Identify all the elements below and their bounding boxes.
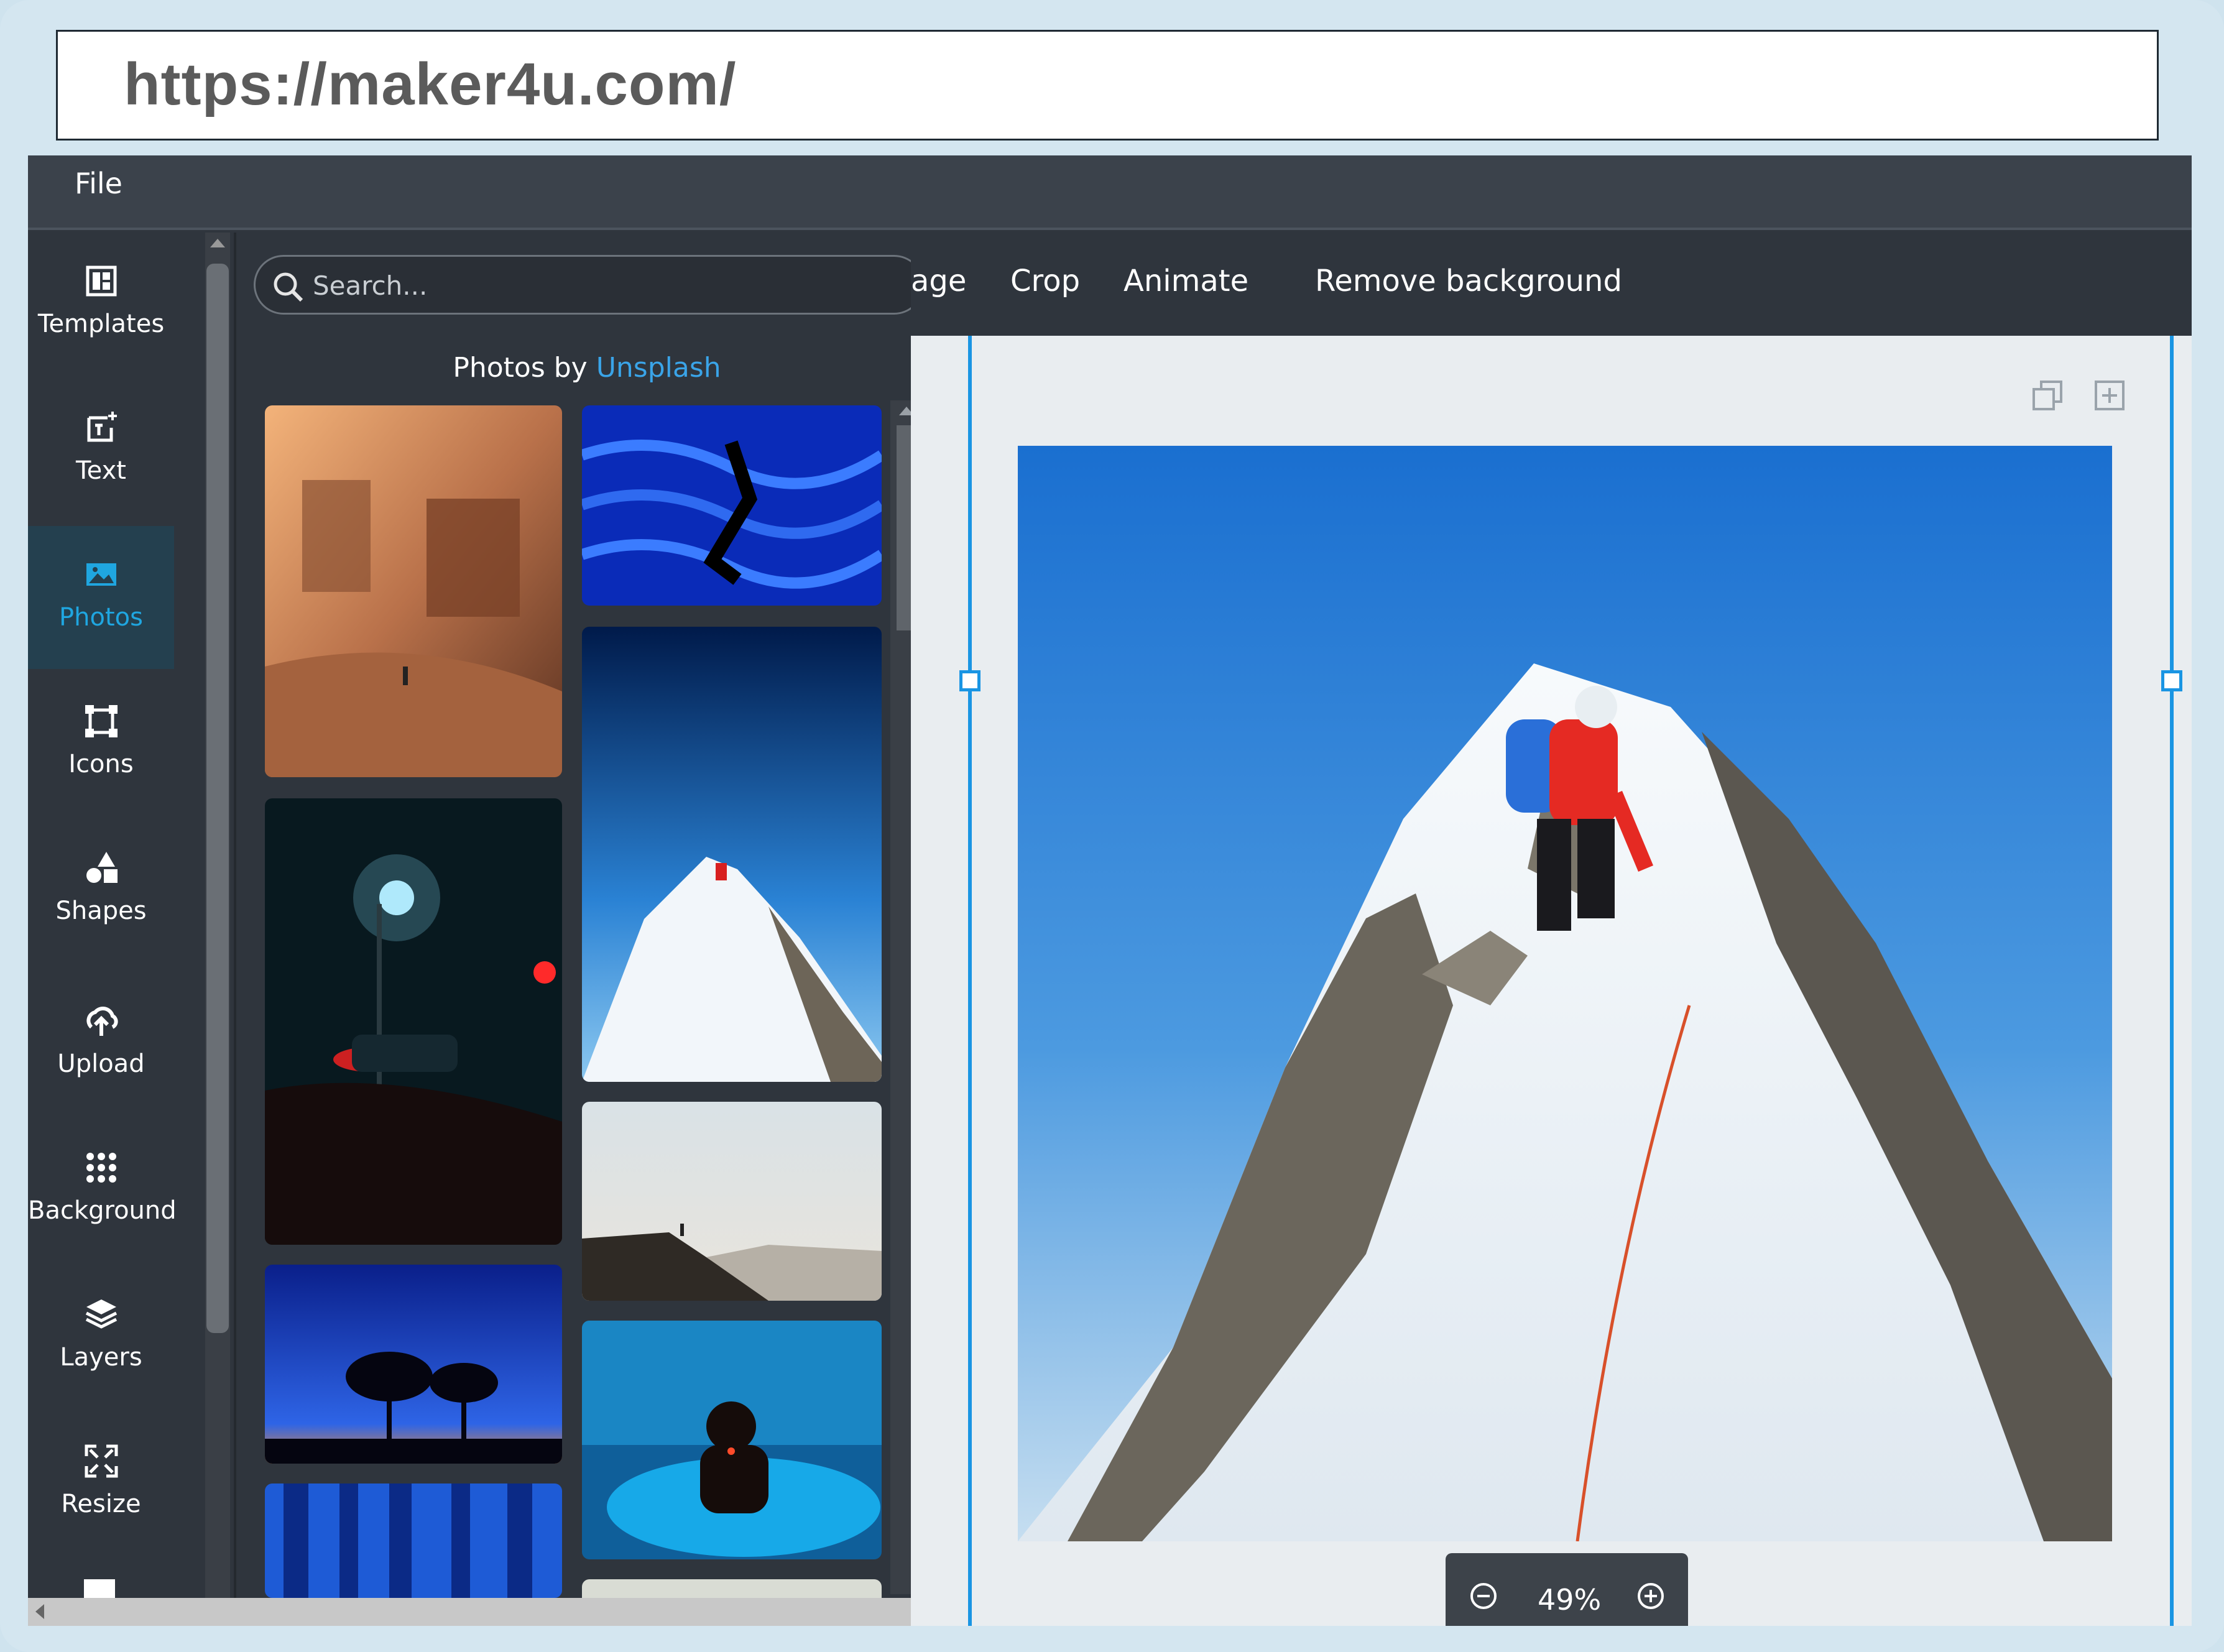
sidebar-item-background[interactable]: Background xyxy=(28,1119,177,1262)
sidebar-item-photos[interactable]: Photos xyxy=(28,526,174,669)
sidebar-item-label: Layers xyxy=(60,1343,142,1372)
selection-edge-left xyxy=(968,336,972,1626)
resize-handle-right[interactable] xyxy=(2161,670,2182,691)
image-toolbar: age Crop Animate Remove background xyxy=(911,233,2192,336)
photos-icon xyxy=(86,563,116,586)
menu-bar: File xyxy=(28,155,2192,230)
sidebar-item-upload[interactable]: Upload xyxy=(28,972,174,1115)
photo-thumbnail[interactable] xyxy=(582,627,882,1082)
canvas-image[interactable] xyxy=(1018,446,2112,1541)
blue-waves-photo xyxy=(582,405,882,606)
editor-app: File Templates Text Photos Icons Shapes … xyxy=(28,155,2192,1626)
blue-bathroom-photo xyxy=(582,1321,882,1559)
unsplash-link[interactable]: Unsplash xyxy=(596,352,721,384)
sidebar-item-label: Photos xyxy=(59,603,143,632)
shapes-icon xyxy=(86,852,118,883)
photo-thumbnail[interactable] xyxy=(265,405,562,777)
sidebar-item-icons[interactable]: Icons xyxy=(28,673,174,816)
toolbar-remove-background[interactable]: Remove background xyxy=(1315,264,1622,298)
more-icon[interactable] xyxy=(84,1579,115,1598)
mountain-climber-thumbnail xyxy=(582,627,882,1082)
layers-icon xyxy=(85,1299,118,1329)
sidebar-item-templates[interactable]: Templates xyxy=(28,233,174,376)
toolbar-animate[interactable]: Animate xyxy=(1124,264,1248,298)
background-icon xyxy=(86,1153,116,1183)
scroll-thumb[interactable] xyxy=(206,264,229,1333)
toolbar-crop[interactable]: Crop xyxy=(1010,264,1080,298)
sidebar-item-layers[interactable]: Layers xyxy=(28,1266,174,1409)
sidebar-item-label: Icons xyxy=(68,750,134,778)
search-input[interactable] xyxy=(313,265,872,305)
sidebar-item-text[interactable]: Text xyxy=(28,379,174,522)
search-box[interactable] xyxy=(254,255,924,315)
scroll-left-arrow[interactable] xyxy=(35,1604,44,1619)
sidebar-item-label: Background xyxy=(28,1196,177,1225)
duplicate-icon[interactable] xyxy=(2030,378,2065,413)
zoom-control: 49% xyxy=(1446,1553,1688,1626)
upload-icon xyxy=(86,1007,118,1036)
search-icon xyxy=(274,272,303,302)
photo-thumbnail[interactable] xyxy=(265,1484,562,1598)
desert-ruins-photo xyxy=(265,405,562,777)
sidebar-item-label: Resize xyxy=(61,1490,141,1518)
zoom-in-icon[interactable] xyxy=(1635,1580,1666,1612)
sidebar-item-label: Shapes xyxy=(55,897,147,925)
photos-panel: Photos by Unsplash xyxy=(239,233,935,1617)
photo-thumbnail[interactable] xyxy=(582,1102,882,1301)
file-menu[interactable]: File xyxy=(75,167,122,200)
horizontal-scrollbar[interactable] xyxy=(28,1598,911,1626)
photo-thumbnail[interactable] xyxy=(265,798,562,1245)
zoom-out-icon[interactable] xyxy=(1468,1580,1499,1612)
sidebar-item-label: Upload xyxy=(57,1050,145,1078)
photo-thumbnail[interactable] xyxy=(582,405,882,606)
templates-icon xyxy=(86,265,117,297)
credit-prefix: Photos by xyxy=(453,352,588,384)
star-trails-photo xyxy=(265,1265,562,1464)
photos-credit: Photos by Unsplash xyxy=(239,352,935,384)
sidebar-item-label: Templates xyxy=(37,310,165,338)
hazy-hills-photo xyxy=(582,1102,882,1301)
add-page-icon[interactable] xyxy=(2092,378,2127,413)
zoom-level: 49% xyxy=(1538,1583,1602,1617)
sidebar-item-resize[interactable]: Resize xyxy=(28,1413,174,1556)
url-text: https://maker4u.com/ xyxy=(124,51,737,118)
photo-thumbnail[interactable] xyxy=(582,1321,882,1559)
sidebar-item-shapes[interactable]: Shapes xyxy=(28,819,174,962)
scroll-up-arrow[interactable] xyxy=(210,239,225,247)
sidebar-item-label: Text xyxy=(76,456,126,485)
text-icon xyxy=(87,412,117,442)
toolbar-replace-image[interactable]: age xyxy=(911,264,966,298)
mountain-climber-photo xyxy=(1018,446,2112,1541)
sidebar-scrollbar[interactable] xyxy=(174,233,236,1598)
icons-icon xyxy=(85,705,118,737)
resize-icon xyxy=(85,1444,118,1478)
sidebar: Templates Text Photos Icons Shapes Uploa… xyxy=(28,233,177,1598)
canvas-area: 49% xyxy=(911,336,2192,1626)
selection-edge-right xyxy=(2170,336,2174,1626)
night-street-photo xyxy=(265,798,562,1245)
photo-thumbnail[interactable] xyxy=(265,1265,562,1464)
blue-columns-photo xyxy=(265,1484,562,1598)
resize-handle-left[interactable] xyxy=(959,670,980,691)
address-bar[interactable]: https://maker4u.com/ xyxy=(56,30,2159,141)
